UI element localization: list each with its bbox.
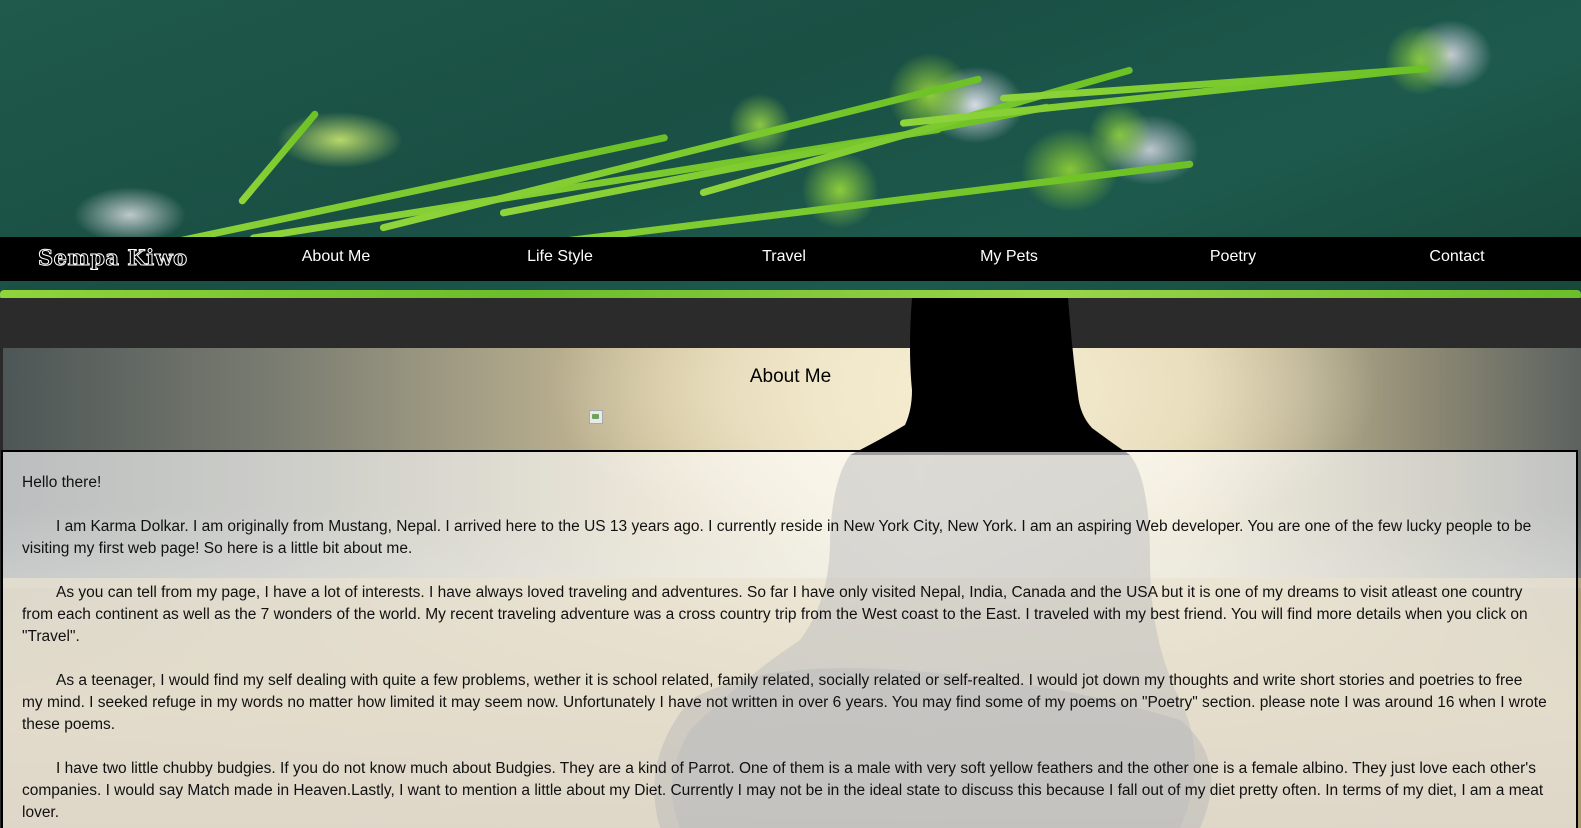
nav-travel[interactable]: Travel xyxy=(704,248,864,266)
main-navbar: Sempa Kiwo About Me Life Style Travel My… xyxy=(0,237,1581,281)
nav-my-pets[interactable]: My Pets xyxy=(929,248,1089,266)
nav-life-style[interactable]: Life Style xyxy=(480,248,640,266)
dark-band xyxy=(0,298,1581,348)
nav-contact[interactable]: Contact xyxy=(1377,248,1537,266)
travel-paragraph: As you can tell from my page, I have a l… xyxy=(22,584,1528,645)
intro-paragraph: I am Karma Dolkar. I am originally from … xyxy=(22,518,1532,557)
pets-diet-paragraph: I have two little chubby budgies. If you… xyxy=(22,760,1544,821)
greeting-text: Hello there! xyxy=(22,474,102,491)
broken-image-icon xyxy=(589,410,603,424)
page-title: About Me xyxy=(749,366,832,387)
site-logo[interactable]: Sempa Kiwo xyxy=(38,245,188,271)
poetry-paragraph: As a teenager, I would find my self deal… xyxy=(22,672,1547,733)
about-content-text: Hello there! I am Karma Dolkar. I am ori… xyxy=(22,472,1547,828)
nav-poetry[interactable]: Poetry xyxy=(1153,248,1313,266)
nav-about-me[interactable]: About Me xyxy=(256,248,416,266)
